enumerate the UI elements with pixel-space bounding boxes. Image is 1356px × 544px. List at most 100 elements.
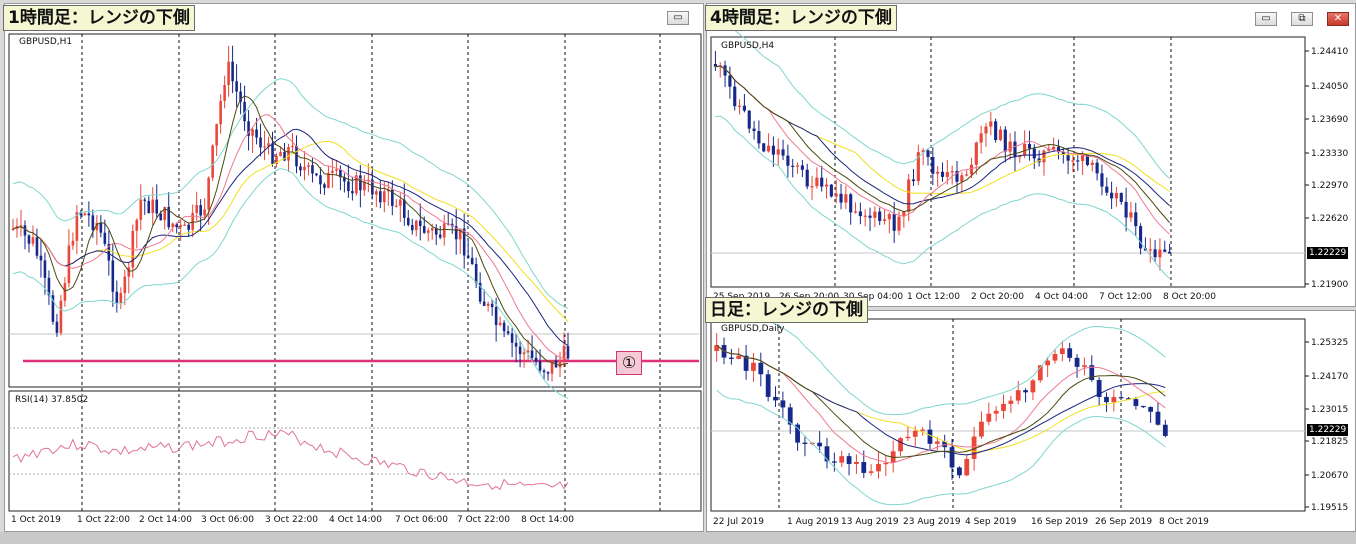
h4-chart-window[interactable]: 1.24410 1.24050 1.23690 1.23330 1.22970 1.226… (706, 3, 1356, 307)
h1-candle-body (35, 237, 39, 256)
daily-candle-body (979, 421, 984, 437)
h4-candle-body (873, 211, 877, 218)
daily-candle-body (1008, 400, 1014, 404)
h1-candle-body (303, 166, 306, 171)
h1-candle-body (538, 361, 542, 371)
h4-candle-body (1071, 160, 1075, 162)
h4-candle-body (858, 211, 862, 217)
h4-candle-body (945, 172, 949, 177)
h1-candle-body (566, 346, 570, 359)
minimize-icon: ▭ (673, 12, 683, 23)
h4-close-button[interactable]: ✕ (1327, 12, 1349, 26)
h1-candle-body (486, 303, 490, 306)
h1-candle-body (351, 191, 354, 194)
daily-candle-body (1059, 348, 1065, 355)
daily-candle-body (854, 462, 859, 464)
h4-candle-body (1027, 143, 1032, 149)
h4-candle-body (849, 194, 853, 213)
h1-candle-body (359, 175, 362, 191)
h4-current-price-tag: 1.22229 (1307, 247, 1349, 259)
h1-time-axis-label: 2 Oct 14:00 (139, 515, 192, 525)
daily-candle-body (751, 362, 756, 371)
daily-candle-body (1052, 354, 1058, 361)
h1-candle-body (490, 303, 494, 308)
daily-candle-body (1118, 397, 1124, 399)
daily-panel-title: 日足：レンジの下側 (705, 297, 868, 323)
h1-candle-body (187, 224, 190, 230)
h4-candle-body (853, 211, 858, 213)
h4-candle-body (738, 105, 742, 107)
daily-symbol-label: GBPUSD,Daily (721, 324, 785, 334)
h1-candle-body (139, 199, 143, 220)
h4-panel-title: 4時間足：レンジの下側 (705, 5, 897, 31)
h4-restore-button[interactable]: ⧉ (1291, 12, 1313, 26)
h1-candle-body (502, 322, 506, 332)
h1-candle-body (379, 191, 382, 203)
daily-price-axis-label: 1.25325 (1311, 338, 1348, 348)
restore-icon: ⧉ (1298, 13, 1306, 24)
h4-time-axis-label: 7 Oct 12:00 (1099, 292, 1152, 302)
h1-candle-body (534, 357, 538, 362)
daily-candle-body (986, 413, 992, 422)
h1-candle-body (263, 146, 266, 148)
h4-candle-body (965, 174, 969, 176)
support-marker: ① (616, 351, 642, 375)
daily-candle-body (1015, 390, 1021, 401)
daily-candle-body (1148, 407, 1154, 412)
h1-chart-canvas[interactable]: 1 Oct 2019 1 Oct 22:00 2 Oct 14:00 3 Oct 06… (5, 4, 703, 531)
h1-candle-body (259, 137, 262, 148)
daily-time-axis-label: 23 Aug 2019 (903, 517, 961, 527)
h1-candle-body (71, 240, 75, 246)
h4-candle-body (911, 179, 916, 182)
h4-symbol-label: GBPUSD,H4 (721, 41, 775, 51)
daily-candle-body (1082, 365, 1087, 367)
daily-current-price-tag: 1.22229 (1307, 424, 1349, 436)
daily-candle-body (1104, 396, 1109, 403)
h1-time-axis-label: 3 Oct 06:00 (201, 515, 254, 525)
daily-price-axis-label: 1.21825 (1311, 437, 1348, 447)
h1-candle-body (542, 370, 546, 373)
h1-candle-body (510, 333, 514, 343)
h4-candle-body (960, 175, 964, 182)
h1-candle-body (159, 213, 163, 221)
h1-candle-body (155, 199, 159, 214)
daily-candle-body (861, 462, 867, 473)
h1-candle-body (227, 61, 230, 86)
h1-candle-body (494, 307, 498, 326)
h4-candle-body (936, 171, 940, 174)
h4-candle-body (1168, 251, 1172, 254)
h4-candle-body (1134, 212, 1138, 227)
daily-candle-body (934, 441, 940, 444)
daily-candle-body (1023, 390, 1028, 393)
h4-chart-canvas[interactable]: 1.24410 1.24050 1.23690 1.23330 1.22970 1.226… (707, 4, 1355, 306)
h4-candle-body (762, 143, 766, 152)
daily-time-axis-label: 8 Oct 2019 (1159, 517, 1209, 527)
h1-candle-body (319, 175, 322, 185)
h1-candle-body (143, 199, 147, 201)
h1-candle-body (395, 205, 398, 207)
h1-chart-window[interactable]: 1 Oct 2019 1 Oct 22:00 2 Oct 14:00 3 Oct 06… (4, 3, 704, 532)
daily-time-axis-label: 1 Aug 2019 (787, 517, 839, 527)
h4-candle-body (805, 169, 809, 187)
h1-candle-body (546, 372, 550, 374)
daily-candle-body (1155, 411, 1161, 425)
h4-minimize-button[interactable]: ▭ (1255, 12, 1277, 26)
h1-candle-body (482, 301, 486, 306)
h1-candle-body (331, 170, 334, 173)
h4-candle-body (1158, 249, 1162, 258)
h1-minimize-button[interactable]: ▭ (667, 11, 689, 25)
daily-price-axis-label: 1.23015 (1311, 405, 1348, 415)
h4-candle-body (810, 186, 814, 188)
h1-candle-body (406, 217, 410, 225)
h4-candle-body (1129, 212, 1133, 218)
h4-candle-body (878, 211, 882, 221)
h1-time-axis-label: 8 Oct 14:00 (521, 515, 574, 525)
daily-candle-body (846, 456, 852, 464)
h4-candle-body (1008, 141, 1012, 152)
daily-candle-body (1067, 348, 1073, 358)
daily-chart-canvas[interactable]: 1.25325 1.24170 1.23015 1.21825 1.20670 1.195… (707, 311, 1355, 531)
daily-candle-body (949, 447, 955, 468)
h1-candle-body (207, 177, 210, 210)
daily-chart-window[interactable]: 1.25325 1.24170 1.23015 1.21825 1.20670 1.195… (706, 310, 1356, 532)
h1-panel-title: 1時間足：レンジの下側 (3, 5, 195, 31)
